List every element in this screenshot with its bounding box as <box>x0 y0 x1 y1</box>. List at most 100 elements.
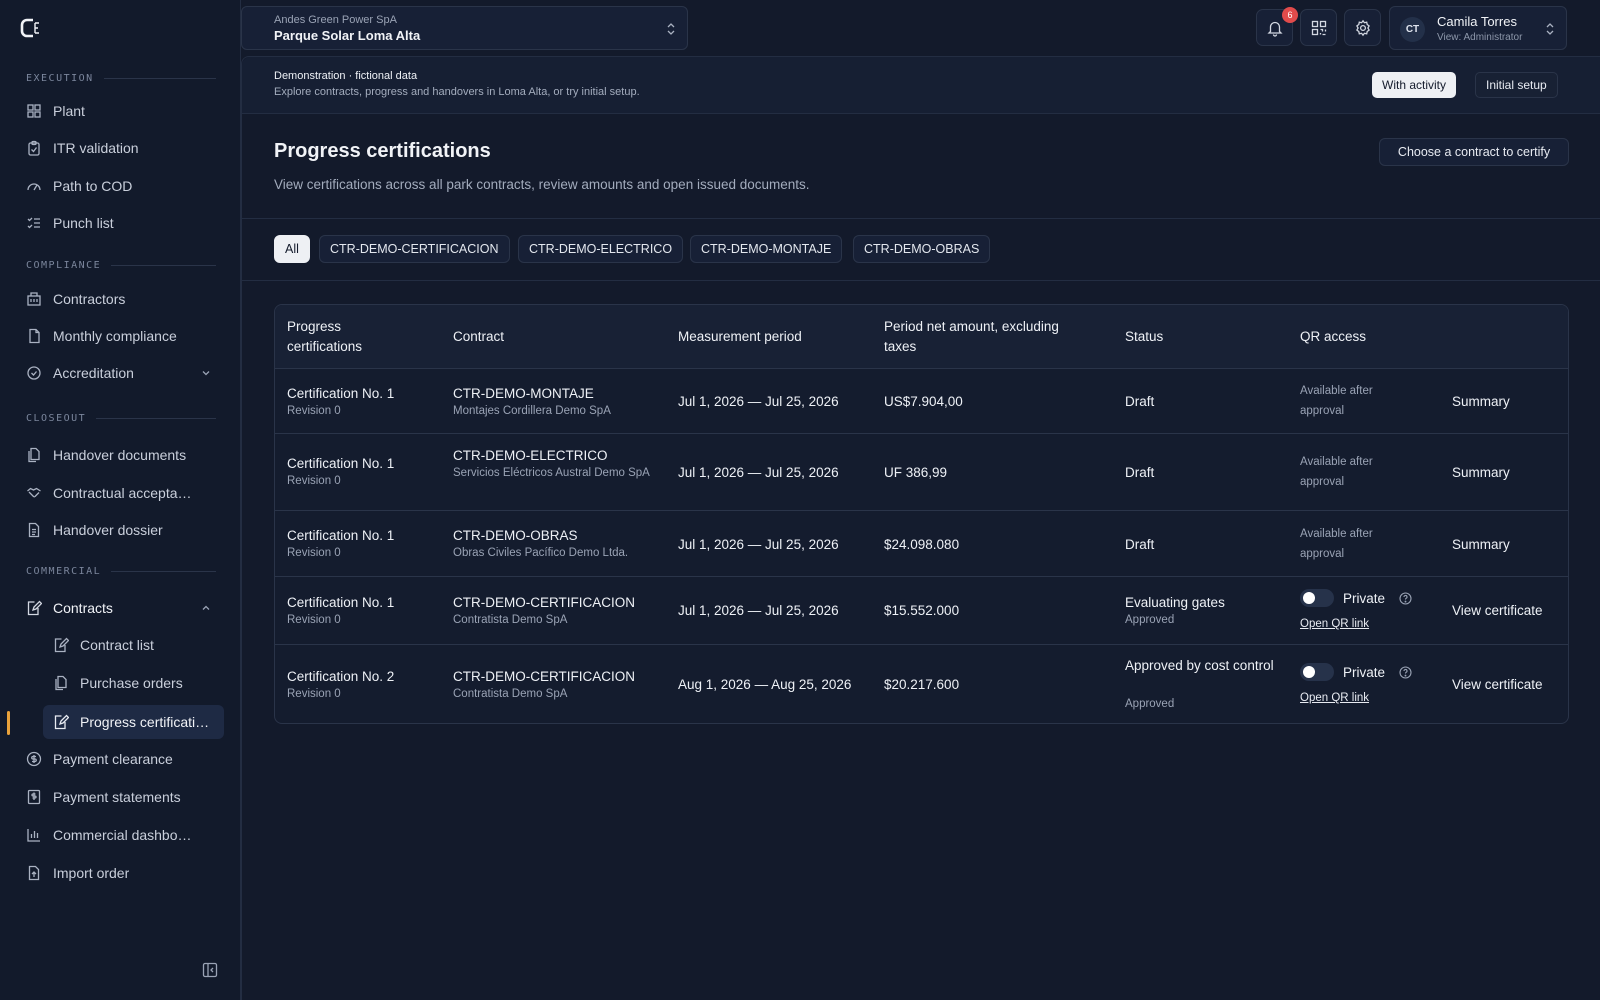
sidebar-item-handover-documents[interactable]: Handover documents <box>16 438 224 472</box>
contract-code: CTR-DEMO-CERTIFICACION <box>453 669 635 684</box>
initial-setup-button[interactable]: Initial setup <box>1475 72 1558 98</box>
with-activity-button[interactable]: With activity <box>1372 72 1457 98</box>
sidebar-item-itr-validation[interactable]: ITR validation <box>16 131 224 165</box>
user-role: View: Administrator <box>1437 32 1523 43</box>
cert-revision: Revision 0 <box>287 688 341 700</box>
measurement-period: Aug 1, 2026 — Aug 25, 2026 <box>678 677 852 692</box>
sidebar-item-label: Purchase orders <box>80 675 183 691</box>
help-circle-icon[interactable] <box>1399 592 1412 605</box>
sidebar-item-commercial-dashboard[interactable]: Commercial dashboard <box>16 818 224 852</box>
contract-code: CTR-DEMO-MONTAJE <box>453 386 594 401</box>
table-row: Certification No. 1 Revision 0 CTR-DEMO-… <box>275 434 1568 511</box>
app-logo-icon[interactable] <box>20 17 42 39</box>
open-qr-link[interactable]: Open QR link <box>1300 615 1369 634</box>
sidebar-item-handover-dossier[interactable]: Handover dossier <box>16 513 224 547</box>
sidebar-item-punch-list[interactable]: Punch list <box>16 206 224 240</box>
status-text: Evaluating gates <box>1125 595 1225 610</box>
sidebar-item-label: Path to COD <box>53 178 133 194</box>
sidebar-item-monthly-compliance[interactable]: Monthly compliance <box>16 319 224 353</box>
sidebar-item-contractors[interactable]: Contractors <box>16 282 224 316</box>
active-indicator <box>7 711 10 735</box>
filter-chip-obras[interactable]: CTR-DEMO-OBRAS <box>853 235 991 263</box>
bar-chart-icon <box>27 829 40 842</box>
demo-subtitle: Explore contracts, progress and handover… <box>274 86 640 98</box>
header-status: Status <box>1125 329 1164 344</box>
cert-revision: Revision 0 <box>287 614 341 626</box>
chevron-up-icon[interactable] <box>200 602 212 614</box>
status-text: Draft <box>1125 394 1155 409</box>
document-icon <box>29 328 40 344</box>
contract-code: CTR-DEMO-OBRAS <box>453 528 578 543</box>
check-circle-icon <box>27 366 41 380</box>
sidebar-item-contract-list[interactable]: Contract list <box>43 628 224 662</box>
chevron-down-icon[interactable] <box>200 367 212 379</box>
contract-edit-icon <box>54 714 69 730</box>
qr-availability-note: Available after approval <box>1300 528 1373 560</box>
sidebar-item-import-order[interactable]: Import order <box>16 856 224 890</box>
sidebar-item-label: Progress certifications <box>80 714 216 730</box>
sidebar-item-label: Import order <box>53 865 130 881</box>
help-circle-icon[interactable] <box>1399 666 1412 679</box>
contract-code: CTR-DEMO-CERTIFICACION <box>453 595 635 610</box>
cert-number: Certification No. 1 <box>287 595 395 610</box>
project-selector[interactable]: Andes Green Power SpA Parque Solar Loma … <box>241 6 688 50</box>
contractor-name: Servicios Eléctricos Austral Demo SpA <box>453 467 650 479</box>
filter-chip-certificacion[interactable]: CTR-DEMO-CERTIFICACION <box>319 235 510 263</box>
divider <box>242 280 1600 281</box>
filter-chip-all[interactable]: All <box>274 235 310 263</box>
sidebar-item-plant[interactable]: Plant <box>16 94 224 128</box>
section-compliance: COMPLIANCE <box>26 260 216 271</box>
qr-privacy-toggle[interactable] <box>1300 663 1334 681</box>
qr-code-icon <box>1311 20 1326 35</box>
sidebar-item-payment-statements[interactable]: Payment statements <box>16 780 224 814</box>
notifications-button[interactable]: 6 <box>1256 7 1298 46</box>
sidebar-item-accreditation[interactable]: Accreditation <box>16 356 224 390</box>
settings-button[interactable] <box>1344 9 1381 46</box>
measurement-period: Jul 1, 2026 — Jul 25, 2026 <box>678 394 839 409</box>
view-certificate-link[interactable]: View certificate <box>1452 675 1543 694</box>
page-subtitle: View certifications across all park cont… <box>274 177 810 192</box>
documents-icon <box>55 675 67 691</box>
summary-link[interactable]: Summary <box>1452 535 1510 554</box>
qr-scan-button[interactable] <box>1300 9 1337 46</box>
header-certifications: Progress certifications <box>287 319 363 354</box>
table-row: Certification No. 1 Revision 0 CTR-DEMO-… <box>275 511 1568 577</box>
notification-badge: 6 <box>1282 7 1298 23</box>
sidebar-item-label: Contractors <box>53 291 126 307</box>
sidebar-item-label: Contracts <box>53 600 113 616</box>
collapse-sidebar-icon[interactable] <box>202 962 218 978</box>
net-amount: US$7.904,00 <box>884 394 963 409</box>
status-text: Approved by cost control <box>1125 658 1274 673</box>
sidebar-item-label: Accreditation <box>53 365 134 381</box>
sidebar-item-contractual-acceptance[interactable]: Contractual acceptance <box>16 476 224 510</box>
sidebar-item-contracts[interactable]: Contracts <box>16 591 224 625</box>
user-menu[interactable]: CT Camila Torres View: Administrator <box>1389 6 1567 50</box>
status-sub-badge: Approved <box>1125 698 1175 710</box>
sidebar-item-path-to-cod[interactable]: Path to COD <box>16 169 224 203</box>
cert-number: Certification No. 2 <box>287 669 395 684</box>
measurement-period: Jul 1, 2026 — Jul 25, 2026 <box>678 537 839 552</box>
page-title: Progress certifications <box>274 140 491 162</box>
contractor-name: Montajes Cordillera Demo SpA <box>453 405 611 417</box>
header-qr-access: QR access <box>1300 329 1367 344</box>
section-closeout: CLOSEOUT <box>26 413 216 424</box>
divider <box>242 218 1600 219</box>
sidebar-item-payment-clearance[interactable]: Payment clearance <box>16 742 224 776</box>
choose-contract-button[interactable]: Choose a contract to certify <box>1379 138 1569 166</box>
demo-banner: Demonstration · fictional data Explore c… <box>242 57 1600 114</box>
view-certificate-link[interactable]: View certificate <box>1452 601 1543 620</box>
open-qr-link[interactable]: Open QR link <box>1300 689 1369 708</box>
filter-chip-electrico[interactable]: CTR-DEMO-ELECTRICO <box>518 235 684 263</box>
table-row: Certification No. 1 Revision 0 CTR-DEMO-… <box>275 577 1568 645</box>
sidebar-item-progress-certifications[interactable]: Progress certifications <box>43 705 224 739</box>
qr-privacy-toggle[interactable] <box>1300 589 1334 607</box>
filter-chip-montaje[interactable]: CTR-DEMO-MONTAJE <box>690 235 843 263</box>
summary-link[interactable]: Summary <box>1452 463 1510 482</box>
summary-link[interactable]: Summary <box>1452 392 1510 411</box>
sidebar-item-purchase-orders[interactable]: Purchase orders <box>43 666 224 700</box>
cert-number: Certification No. 1 <box>287 528 395 543</box>
receipt-icon <box>27 789 41 805</box>
contractor-name: Contratista Demo SpA <box>453 688 568 700</box>
gear-icon <box>1355 19 1370 36</box>
demo-title: Demonstration · fictional data <box>274 70 418 82</box>
